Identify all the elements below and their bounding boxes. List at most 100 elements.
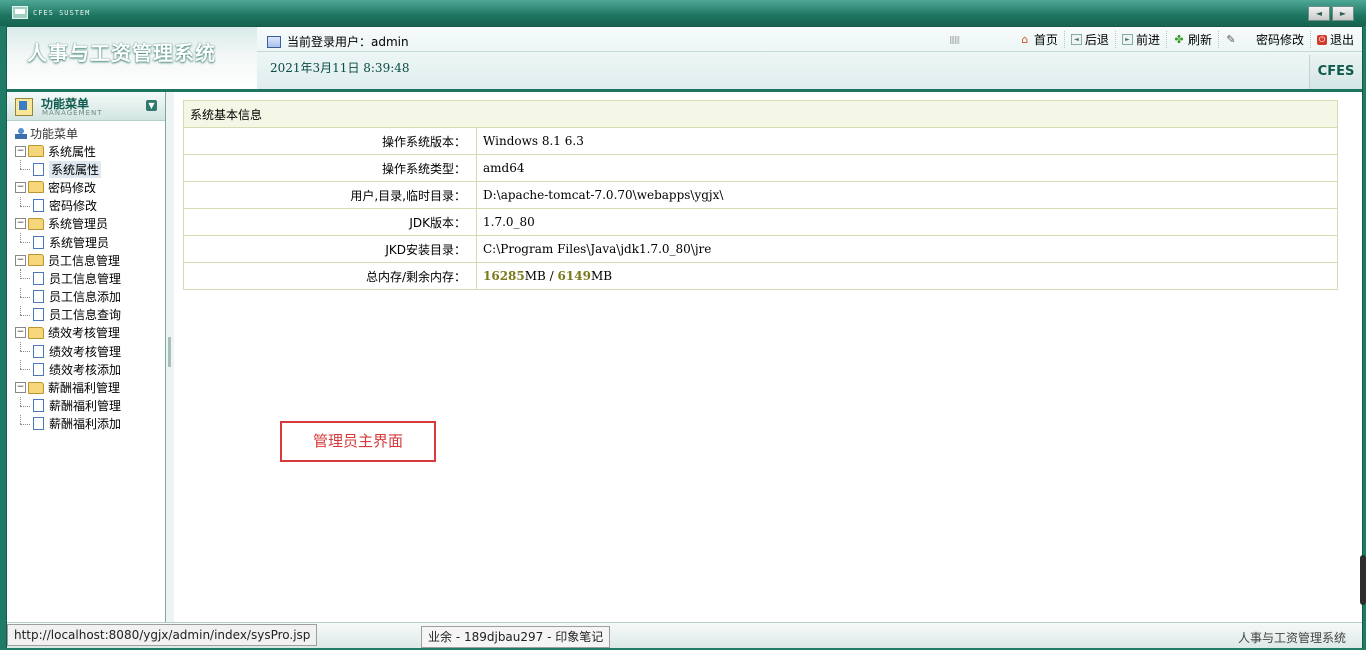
- page-icon: [33, 399, 44, 413]
- tree-item-employee-query[interactable]: 员工信息查询: [15, 305, 122, 324]
- tree-item-label: 系统管理员: [49, 235, 110, 250]
- collapse-menu-button[interactable]: ▼: [146, 100, 157, 111]
- tree-root[interactable]: 功能菜单: [15, 124, 121, 142]
- page-icon: [33, 290, 44, 304]
- collapse-toggle-icon[interactable]: −: [15, 382, 26, 394]
- tree-group-employee-info[interactable]: − 员工信息管理: [15, 251, 121, 269]
- tree-item-label: 员工信息查询: [49, 308, 122, 323]
- home-icon: ⌂: [1021, 32, 1029, 46]
- forward-label: 前进: [1135, 33, 1160, 47]
- row-value: 1.7.0_80: [476, 208, 1338, 236]
- status-app-name: 人事与工资管理系统: [1237, 631, 1346, 645]
- table-title: 系统基本信息: [183, 100, 1338, 128]
- row-value: Windows 8.1 6.3: [476, 127, 1338, 155]
- tree-item-change-password[interactable]: 密码修改: [15, 196, 121, 215]
- system-info-table: 系统基本信息 操作系统版本： Windows 8.1 6.3 操作系统类型： a…: [183, 100, 1338, 290]
- collapse-toggle-icon[interactable]: −: [15, 327, 26, 339]
- tree-item-employee-add[interactable]: 员工信息添加: [15, 287, 122, 306]
- current-datetime: 2021年3月11日 8:39:48: [270, 61, 410, 75]
- table-row-memory: 总内存/剩余内存： 16285MB / 6149MB: [183, 262, 1338, 290]
- table-row: JKD安装目录： C:\Program Files\Java\jdk1.7.0_…: [183, 235, 1338, 263]
- page-icon: [33, 199, 44, 213]
- memory-total: 16285: [483, 269, 525, 283]
- menu-book-icon: [15, 98, 33, 116]
- tree-item-employee-manage[interactable]: 员工信息管理: [15, 269, 121, 287]
- collapse-toggle-icon[interactable]: −: [15, 145, 26, 157]
- tree-item-salary-manage[interactable]: 薪酬福利管理: [15, 396, 121, 415]
- scrollbar-thumb[interactable]: [1360, 555, 1366, 605]
- main-content: 系统基本信息 操作系统版本： Windows 8.1 6.3 操作系统类型： a…: [175, 92, 1362, 622]
- page-icon: [33, 362, 44, 376]
- sidebar-splitter[interactable]: [166, 92, 174, 622]
- row-label: 操作系统版本：: [183, 127, 477, 155]
- tree-group-system-properties[interactable]: − 系统属性: [15, 142, 121, 160]
- tree-group-performance[interactable]: − 绩效考核管理: [15, 324, 121, 342]
- nav-next-button[interactable]: ►: [1332, 6, 1354, 21]
- memory-value: 16285MB / 6149MB: [476, 262, 1338, 290]
- tree-group-sys-admin[interactable]: − 系统管理员: [15, 215, 121, 233]
- tree-group-change-password[interactable]: − 密码修改: [15, 178, 121, 196]
- row-label: 用户,目录,临时目录：: [183, 181, 477, 209]
- tree-item-performance-manage[interactable]: 绩效考核管理: [15, 342, 121, 360]
- power-icon: ⏻: [1316, 34, 1327, 45]
- menu-subtitle: MANAGEMENT: [42, 109, 103, 117]
- status-url: http://localhost:8080/ygjx/admin/index/s…: [7, 624, 318, 646]
- memory-unit: MB: [590, 269, 613, 283]
- change-password-button[interactable]: ✎ 密码修改: [1219, 31, 1311, 48]
- change-password-label: 密码修改: [1255, 33, 1304, 47]
- page-icon: [33, 344, 44, 358]
- tree-item-label: 薪酬福利添加: [49, 417, 122, 432]
- table-row: 操作系统版本： Windows 8.1 6.3: [183, 127, 1338, 155]
- monitor-icon: [12, 6, 28, 19]
- forward-button[interactable]: ► 前进: [1116, 31, 1167, 48]
- tree-item-performance-add[interactable]: 绩效考核添加: [15, 360, 121, 378]
- toolbar: ⌂ 首页 ◄ 后退 ► 前进 ✤ 刷新 ✎ 密码修改 ⏻ 退出: [1013, 31, 1360, 48]
- brand-area: 人事与工资管理系统: [7, 27, 257, 89]
- memory-unit: MB: [524, 269, 546, 283]
- tree-group-label: 密码修改: [48, 180, 97, 195]
- sidebar: 功能菜单 MANAGEMENT ▼ 功能菜单 − 系统属性 系统属性 − 密码修…: [7, 92, 166, 622]
- toolbar-grip-icon: ||||||: [949, 35, 960, 44]
- admin-main-annotation: 管理员主界面: [280, 421, 436, 462]
- table-row: JDK版本： 1.7.0_80: [183, 208, 1338, 236]
- tree-item-sys-admin[interactable]: 系统管理员: [15, 232, 121, 251]
- tree-item-label: 绩效考核管理: [49, 344, 122, 359]
- logout-button[interactable]: ⏻ 退出: [1311, 31, 1360, 48]
- tree-group-label: 系统属性: [48, 144, 97, 159]
- row-label: 操作系统类型：: [183, 154, 477, 182]
- tree-group-label: 绩效考核管理: [48, 326, 121, 341]
- collapse-toggle-icon[interactable]: −: [15, 181, 26, 193]
- row-value: C:\Program Files\Java\jdk1.7.0_80\jre: [476, 235, 1338, 263]
- back-button[interactable]: ◄ 后退: [1065, 31, 1116, 48]
- taskbar-tooltip: 业余 - 189djbau297 - 印象笔记: [421, 626, 611, 648]
- nav-prev-button[interactable]: ◄: [1308, 6, 1330, 21]
- window-titlebar: CFES SUSTEM ◄ ►: [0, 0, 1366, 26]
- tree-group-salary[interactable]: − 薪酬福利管理: [15, 378, 121, 396]
- page-icon: [33, 162, 44, 176]
- page-icon: [33, 308, 44, 322]
- collapse-toggle-icon[interactable]: −: [15, 254, 26, 266]
- page-icon: [33, 271, 44, 285]
- row-label: JDK版本：: [183, 208, 477, 236]
- splitter-handle[interactable]: [168, 337, 171, 367]
- window-icon: [267, 35, 281, 48]
- home-button[interactable]: ⌂ 首页: [1013, 31, 1065, 48]
- memory-free: 6149: [557, 269, 591, 283]
- tree-item-system-properties[interactable]: 系统属性: [15, 160, 121, 178]
- brand-title: 人事与工资管理系统: [27, 41, 216, 65]
- status-bar: http://localhost:8080/ygjx/admin/index/s…: [7, 622, 1362, 648]
- tree-item-label: 员工信息添加: [49, 290, 122, 305]
- window-nav-arrows: ◄ ►: [1308, 6, 1354, 21]
- table-title-row: 系统基本信息: [183, 100, 1338, 128]
- tree-item-label: 员工信息管理: [49, 271, 122, 286]
- user-root-icon: [15, 127, 27, 139]
- pencil-note-icon: ✎: [1226, 32, 1236, 46]
- memory-label: 总内存/剩余内存：: [183, 262, 477, 290]
- refresh-icon: ✤: [1174, 32, 1184, 46]
- app-frame: 人事与工资管理系统 当前登录用户：admin |||||| ⌂ 首页 ◄ 后退 …: [6, 26, 1363, 648]
- tree-item-salary-add[interactable]: 薪酬福利添加: [15, 414, 122, 433]
- tree-root-label: 功能菜单: [30, 126, 79, 141]
- page-icon: [33, 235, 44, 249]
- collapse-toggle-icon[interactable]: −: [15, 218, 26, 230]
- refresh-button[interactable]: ✤ 刷新: [1167, 31, 1219, 48]
